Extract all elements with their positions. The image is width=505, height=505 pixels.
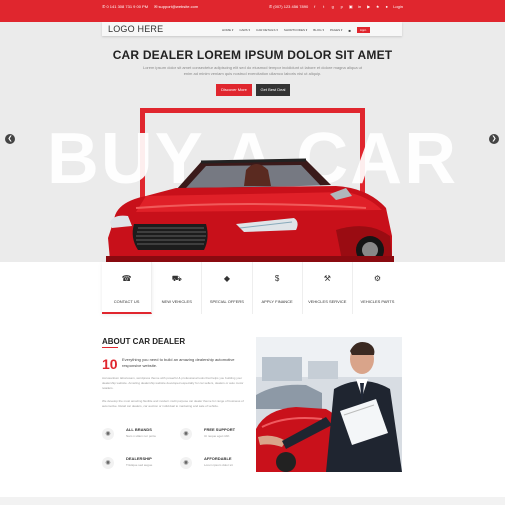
phone-icon: ☎	[121, 274, 132, 283]
nav-item-car-details[interactable]: CAR DETAILS ▾	[256, 28, 278, 32]
feature-title: AFFORDABLE	[204, 456, 232, 461]
nav-menu: HOME ▾ CARS ▾ CAR DETAILS ▾ SHORTCODES ▾…	[222, 27, 370, 33]
feature-free-support: ◉ FREE SUPPORT Ut neque eget nibh	[180, 426, 250, 446]
service-label: VEHICLES SERVICE	[308, 299, 347, 304]
service-special-offers[interactable]: ◆ SPECIAL OFFERS	[202, 262, 253, 314]
car-icon: ⛟	[171, 274, 182, 283]
instagram-icon[interactable]: ▣	[348, 4, 353, 9]
service-label: CONTACT US	[113, 299, 140, 304]
hero-headline: CAR DEALER LOREM IPSUM DOLOR SIT AMET	[112, 48, 393, 62]
feature-all-brands: ◉ ALL BRANDS Nam n ullam nor porta	[102, 426, 172, 446]
twitter-icon[interactable]: t	[321, 4, 326, 9]
service-vehicles-service[interactable]: ⚒ VEHICLES SERVICE	[303, 262, 353, 314]
pinterest-icon[interactable]: p	[339, 4, 344, 9]
feature-affordable: ◉ AFFORDABLE Lorem ipsum dolor sit	[180, 455, 250, 475]
support-icon: ◉	[180, 428, 192, 440]
login-link[interactable]: Login	[393, 4, 403, 9]
services-bar: ☎ CONTACT US ⛟ NEW VEHICLES ◆ SPECIAL OF…	[102, 262, 402, 314]
dollar-icon: $	[274, 274, 280, 283]
affordable-icon: ◉	[180, 457, 192, 469]
top-email[interactable]: ✉ support@website.com	[154, 4, 198, 9]
slider-prev-arrow[interactable]: ❮	[5, 134, 15, 144]
slider-next-arrow[interactable]: ❯	[489, 134, 499, 144]
top-right: ✆ (007) 123 456 7890 f t g p ▣ in ▶ ★ ● …	[269, 4, 403, 9]
dealership-icon: ◉	[102, 457, 114, 469]
star-icon[interactable]: ★	[375, 4, 380, 9]
top-contact: ✆ 0 141 308 731 9 00 PM ✉ support@websit…	[102, 4, 198, 9]
about-number: 10	[102, 356, 118, 372]
feature-subtitle: Tristique sed augue	[126, 463, 153, 467]
about-paragraph-2: We develop the most amazing flexible and…	[102, 399, 244, 408]
youtube-icon[interactable]: ▶	[366, 4, 371, 9]
service-contact-us[interactable]: ☎ CONTACT US	[102, 262, 153, 314]
appointment-button[interactable]: Appt.	[356, 27, 370, 33]
nav-item-cars[interactable]: CARS ▾	[239, 28, 250, 32]
user-icon: ●	[385, 4, 388, 9]
service-vehicles-parts[interactable]: ⚙ VEHICLES PARTS	[353, 262, 402, 314]
nav-item-home[interactable]: HOME ▾	[222, 28, 233, 32]
nav-item-shortcodes[interactable]: SHORTCODES ▾	[284, 28, 307, 32]
service-label: VEHICLES PARTS	[360, 299, 395, 304]
car-dealer-photo	[256, 337, 402, 472]
cart-icon[interactable]: ■	[348, 28, 350, 33]
about-title-underline	[102, 347, 118, 348]
feature-title: FREE SUPPORT	[204, 427, 236, 432]
service-label: NEW VEHICLES	[161, 299, 192, 304]
about-paragraph-1: Accusantium laboriosam, wordpress theme …	[102, 376, 244, 390]
wrench-icon: ⚒	[323, 274, 331, 283]
service-label: SPECIAL OFFERS	[209, 299, 244, 304]
brands-icon: ◉	[102, 428, 114, 440]
gear-icon: ⚙	[373, 274, 382, 283]
top-phone: ✆ 0 141 308 731 9 00 PM	[102, 4, 149, 9]
facebook-icon[interactable]: f	[312, 4, 317, 9]
get-best-deal-button[interactable]: Get Best Deal	[256, 84, 290, 96]
service-apply-finance[interactable]: $ APPLY FINANCE	[253, 262, 303, 314]
service-new-vehicles[interactable]: ⛟ NEW VEHICLES	[152, 262, 203, 314]
google-plus-icon[interactable]: g	[330, 4, 335, 9]
service-label: APPLY FINANCE	[261, 299, 293, 304]
top-bar: ✆ 0 141 308 731 9 00 PM ✉ support@websit…	[0, 0, 505, 22]
discover-more-button[interactable]: Discover More	[216, 84, 252, 96]
feature-title: ALL BRANDS	[126, 427, 152, 432]
linkedin-icon[interactable]: in	[357, 4, 362, 9]
feature-subtitle: Lorem ipsum dolor sit	[204, 463, 233, 467]
red-convertible-car-image	[106, 158, 394, 262]
top-phone-2: ✆ (007) 123 456 7890	[268, 4, 309, 9]
feature-subtitle: Ut neque eget nibh	[204, 434, 230, 438]
site-logo[interactable]: LOGO HERE	[108, 24, 163, 34]
feature-title: DEALERSHIP	[126, 456, 152, 461]
nav-item-pages[interactable]: PAGES ▾	[330, 28, 342, 32]
hero-slider: LOGO HERE HOME ▾ CARS ▾ CAR DETAILS ▾ SH…	[0, 22, 505, 262]
tag-icon: ◆	[223, 274, 230, 283]
main-navigation: LOGO HERE HOME ▾ CARS ▾ CAR DETAILS ▾ SH…	[102, 22, 402, 36]
feature-dealership: ◉ DEALERSHIP Tristique sed augue	[102, 455, 172, 475]
about-title: ABOUT CAR DEALER	[102, 337, 186, 346]
hero-text: Lorem ipsum dolor sit amet consectetur a…	[142, 65, 362, 76]
feature-subtitle: Nam n ullam nor porta	[126, 434, 156, 438]
footer-strip	[0, 497, 505, 505]
about-lead: Everything you need to build an amazing …	[122, 357, 235, 368]
nav-item-blog[interactable]: BLOG ▾	[313, 28, 324, 32]
